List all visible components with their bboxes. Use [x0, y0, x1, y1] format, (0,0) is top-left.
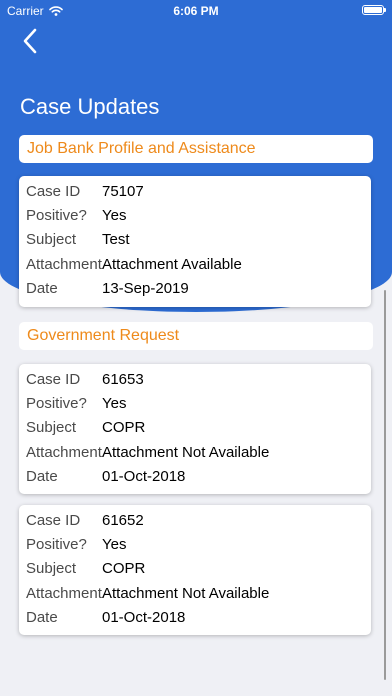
subject-row: Subject Test: [19, 228, 371, 252]
status-bar: Carrier 6:06 PM: [0, 0, 392, 22]
case-id-label: Case ID: [26, 511, 81, 529]
positive-value: Yes: [102, 535, 127, 553]
attachment-value: Attachment Not Available: [102, 443, 270, 461]
date-row: Date 13-Sep-2019: [19, 276, 371, 300]
case-id-value: 75107: [102, 182, 144, 200]
attachment-row: Attachment Attachment Available: [19, 252, 371, 276]
date-row: Date 01-Oct-2018: [19, 605, 371, 629]
status-time: 6:06 PM: [173, 4, 219, 18]
subject-value: COPR: [102, 560, 146, 578]
case-id-value: 61652: [102, 511, 144, 529]
back-button[interactable]: [18, 26, 46, 56]
positive-row: Positive? Yes: [19, 391, 371, 415]
attachment-row: Attachment Attachment Not Available: [19, 581, 371, 605]
positive-value: Yes: [102, 206, 127, 224]
attachment-value: Attachment Not Available: [102, 584, 270, 602]
case-id-row: Case ID 61652: [19, 508, 371, 532]
subject-value: Test: [102, 231, 130, 249]
subject-label: Subject: [26, 419, 77, 437]
case-card[interactable]: Case ID 75107 Positive? Yes Subject Test…: [19, 176, 371, 307]
subject-label: Subject: [26, 560, 77, 578]
date-value: 01-Oct-2018: [102, 467, 186, 485]
date-label: Date: [26, 279, 58, 297]
section-header-government-request: Government Request: [19, 322, 373, 350]
attachment-value: Attachment Available: [102, 255, 242, 273]
date-value: 01-Oct-2018: [102, 608, 186, 626]
battery-icon: [362, 5, 386, 15]
case-card[interactable]: Case ID 61653 Positive? Yes Subject COPR…: [19, 364, 371, 494]
case-id-value: 61653: [102, 370, 144, 388]
case-id-row: Case ID 75107: [19, 179, 371, 203]
page-title: Case Updates: [20, 94, 160, 119]
positive-value: Yes: [102, 394, 127, 412]
section-title: Government Request: [27, 327, 180, 344]
scrollbar[interactable]: [383, 290, 386, 680]
chevron-left-icon: [23, 28, 37, 54]
subject-label: Subject: [26, 231, 77, 249]
subject-value: COPR: [102, 419, 146, 437]
positive-label: Positive?: [26, 394, 87, 412]
section-header-job-bank: Job Bank Profile and Assistance: [19, 135, 373, 163]
case-id-label: Case ID: [26, 370, 81, 388]
date-row: Date 01-Oct-2018: [19, 464, 371, 488]
attachment-row: Attachment Attachment Not Available: [19, 440, 371, 464]
case-id-label: Case ID: [26, 182, 81, 200]
subject-row: Subject COPR: [19, 557, 371, 581]
attachment-label: Attachment: [26, 443, 102, 461]
positive-label: Positive?: [26, 206, 87, 224]
date-label: Date: [26, 467, 58, 485]
positive-label: Positive?: [26, 535, 87, 553]
case-id-row: Case ID 61653: [19, 367, 371, 391]
subject-row: Subject COPR: [19, 416, 371, 440]
case-card[interactable]: Case ID 61652 Positive? Yes Subject COPR…: [19, 505, 371, 635]
section-title: Job Bank Profile and Assistance: [27, 140, 256, 157]
attachment-label: Attachment: [26, 255, 102, 273]
date-value: 13-Sep-2019: [102, 279, 189, 297]
date-label: Date: [26, 608, 58, 626]
positive-row: Positive? Yes: [19, 203, 371, 227]
attachment-label: Attachment: [26, 584, 102, 602]
positive-row: Positive? Yes: [19, 532, 371, 556]
